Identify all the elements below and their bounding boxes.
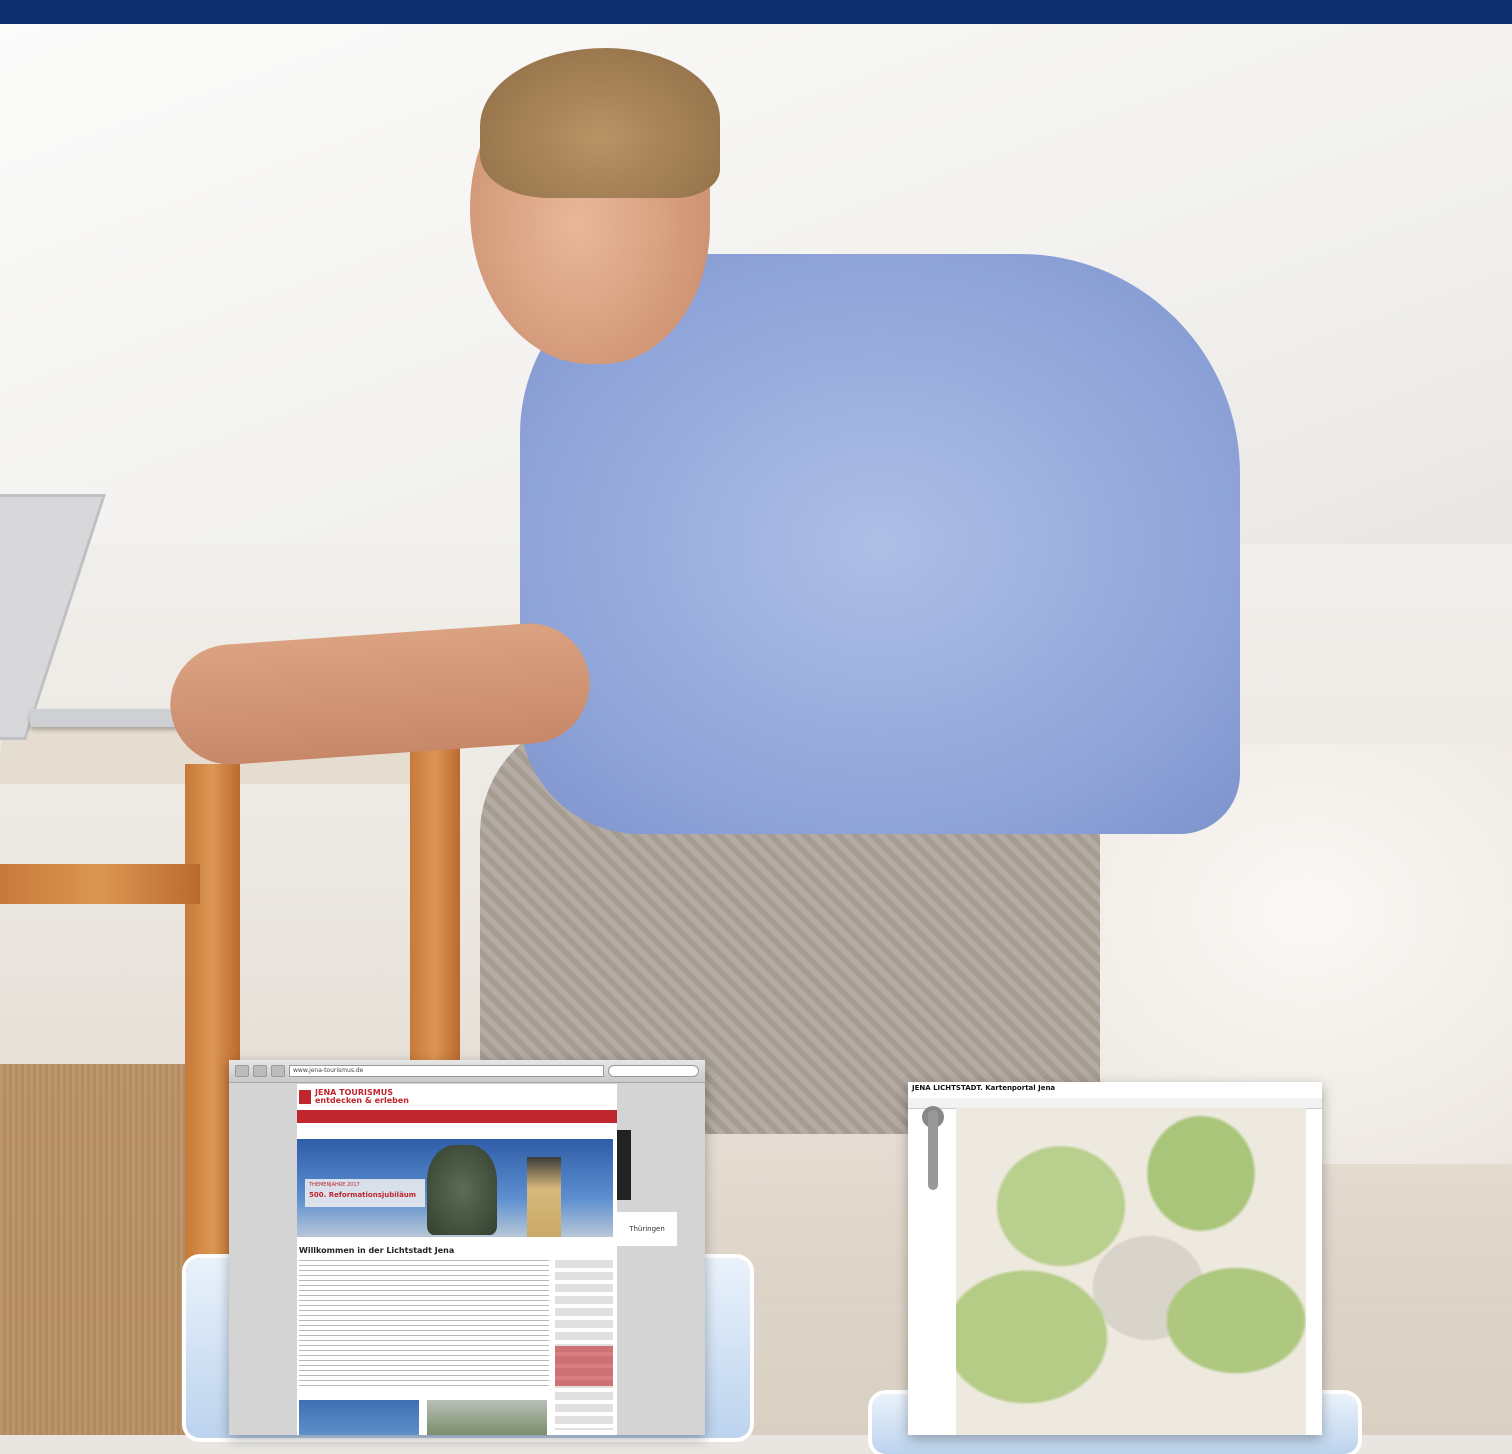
tower-image <box>527 1157 561 1237</box>
table-leg <box>410 744 460 1094</box>
thuringen-badge: Thüringen <box>617 1212 677 1246</box>
forward-button <box>253 1065 267 1077</box>
map-portal-screenshot: JENA LICHTSTADT. Kartenportal Jena <box>908 1082 1322 1435</box>
body-text <box>299 1260 549 1390</box>
zoom-slider <box>928 1110 938 1190</box>
sidebar-widgets <box>555 1260 613 1430</box>
site-brand: JENA TOURISMUS entdecken & erleben <box>315 1088 409 1105</box>
teaser-image <box>299 1400 419 1435</box>
table-rail <box>0 864 200 904</box>
map-title: JENA LICHTSTADT. Kartenportal Jena <box>912 1084 1056 1092</box>
person-hair <box>480 48 720 198</box>
map-canvas <box>956 1108 1306 1435</box>
welcome-heading: Willkommen in der Lichtstadt Jena <box>299 1246 455 1255</box>
statue-image <box>427 1145 497 1235</box>
hero-label: THEMENJAHRE 2017 500. Reformationsjubilä… <box>305 1179 425 1207</box>
website-screenshot: www.jena-tourismus.de JENA TOURISMUS ent… <box>229 1060 705 1435</box>
url-field: www.jena-tourismus.de <box>289 1065 604 1077</box>
teaser-image <box>427 1400 547 1435</box>
search-field <box>608 1065 699 1077</box>
reload-button <box>271 1065 285 1077</box>
laptop-screen <box>0 494 106 740</box>
hero-banner: THEMENJAHRE 2017 500. Reformationsjubilä… <box>297 1139 613 1237</box>
calendar-widget <box>555 1346 613 1386</box>
website-page: JENA TOURISMUS entdecken & erleben THEME… <box>297 1084 617 1435</box>
hero-title: 500. Reformationsjubiläum <box>309 1191 417 1199</box>
jena-lichtstadt-tab <box>617 1130 631 1200</box>
back-button <box>235 1065 249 1077</box>
hero-kicker: THEMENJAHRE 2017 <box>309 1182 360 1188</box>
site-logo-icon <box>299 1090 311 1104</box>
site-nav <box>297 1110 617 1123</box>
browser-toolbar: www.jena-tourismus.de <box>229 1060 705 1083</box>
